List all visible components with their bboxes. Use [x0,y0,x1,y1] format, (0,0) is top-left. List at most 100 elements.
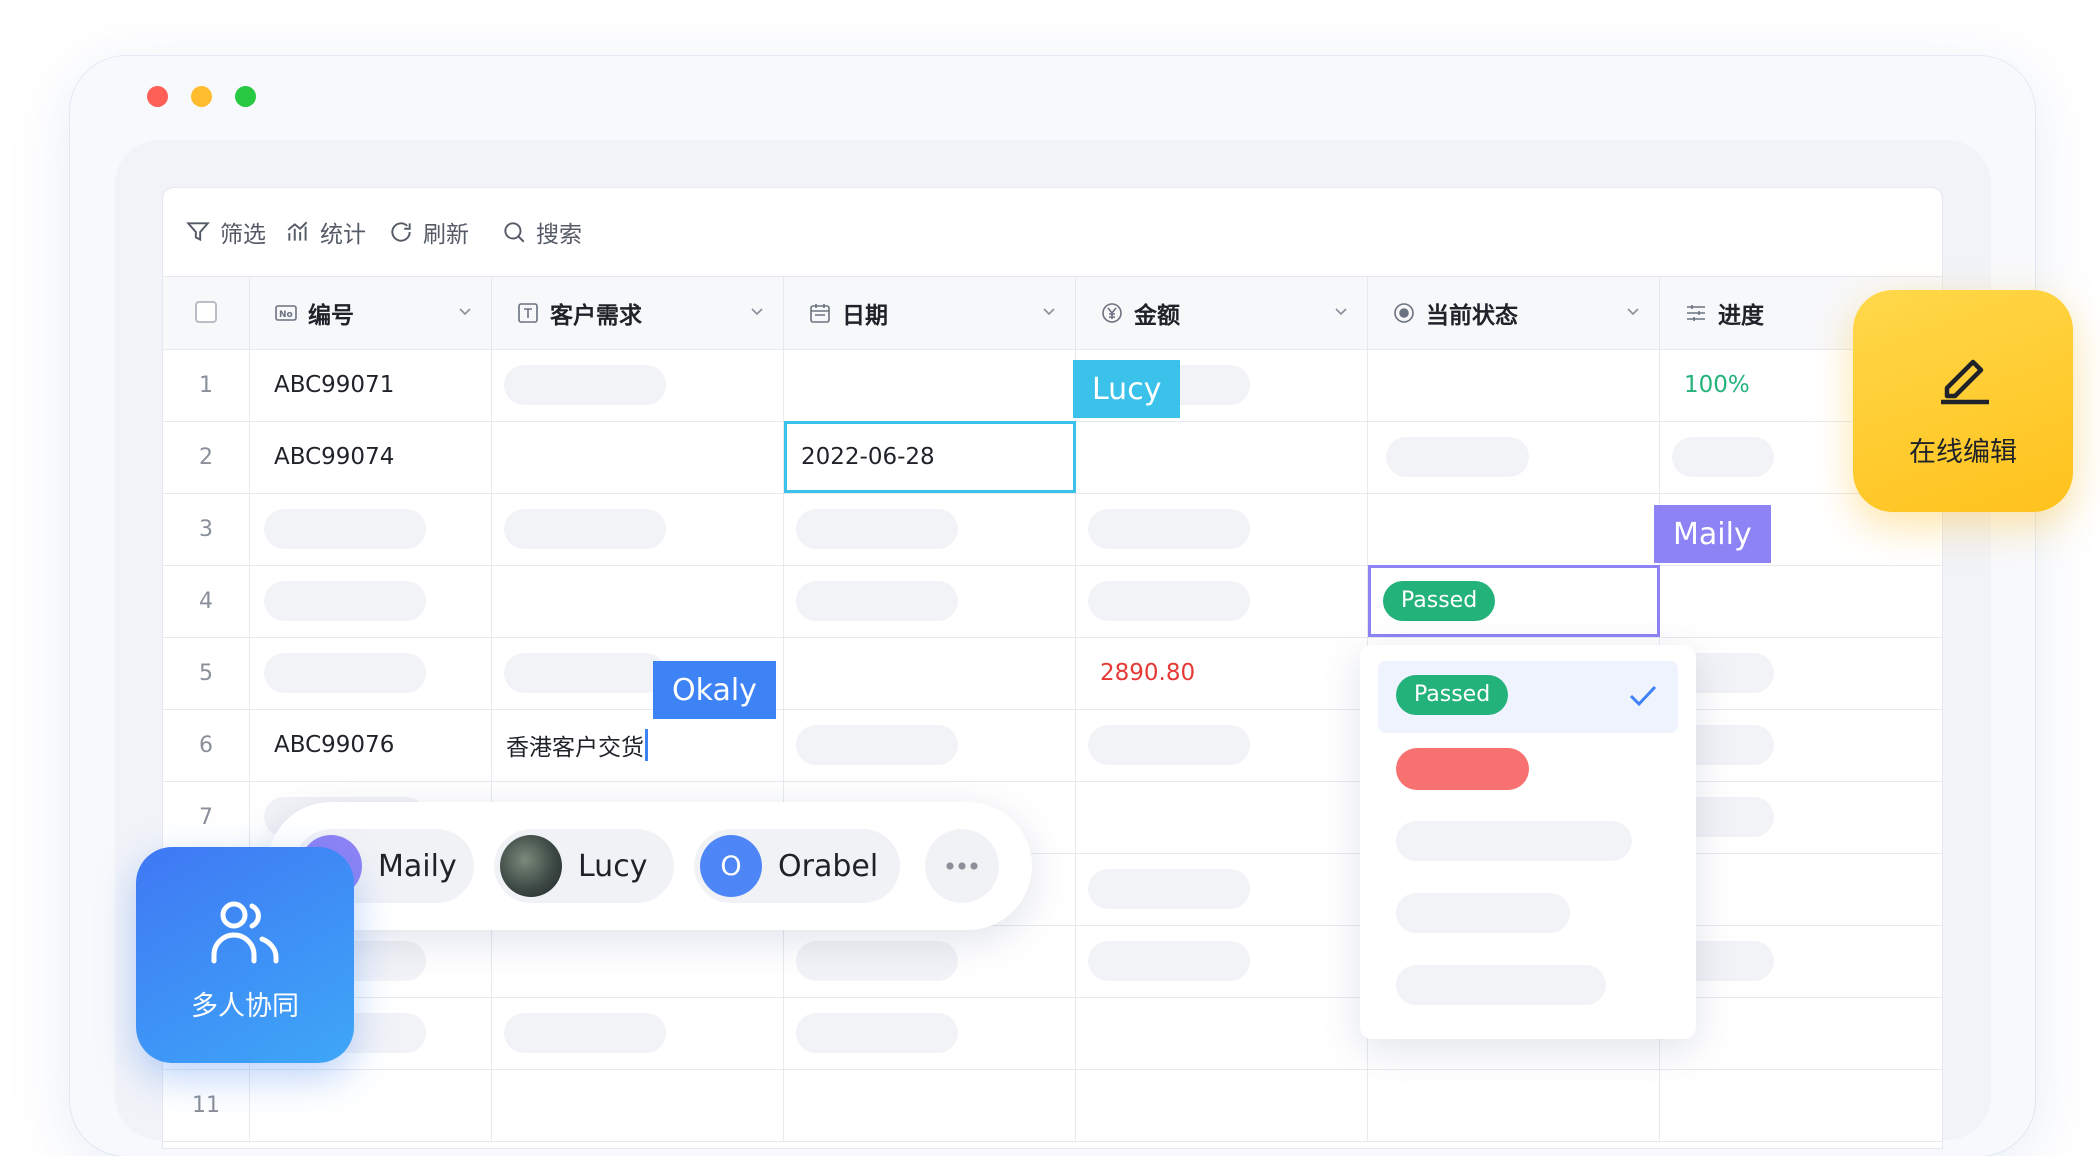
cell-progress[interactable] [1660,925,1942,997]
cell-status[interactable] [1368,1069,1660,1141]
cell-id[interactable] [250,565,492,637]
collaborator-chip-orabel[interactable]: O Orabel [694,829,900,903]
placeholder-bar [1088,509,1250,549]
status-tag-passed[interactable]: Passed [1383,581,1496,621]
cell-id[interactable] [250,637,492,709]
cell-amount[interactable] [1076,1069,1368,1141]
cell-date[interactable] [784,925,1076,997]
cell-status[interactable] [1368,349,1660,421]
table-row[interactable]: 1 ABC99071 100% [163,349,1942,422]
placeholder-bar [504,1013,666,1053]
refresh-label: 刷新 [423,222,469,248]
cell-amount[interactable] [1076,421,1368,493]
cell-demand[interactable] [492,421,784,493]
column-label-demand: 客户需求 [550,303,642,329]
cell-progress[interactable] [1660,853,1942,925]
select-all-cell [163,277,250,349]
checkmark-icon [1629,685,1657,707]
chevron-down-icon[interactable] [749,303,765,319]
cell-status[interactable] [1368,493,1660,565]
dropdown-option-passed[interactable]: Passed [1378,661,1678,733]
cell-progress[interactable] [1660,997,1942,1069]
cell-demand[interactable] [492,493,784,565]
chevron-down-icon[interactable] [1333,303,1349,319]
close-window-button[interactable] [147,86,168,107]
column-header-amount[interactable]: 金额 [1076,277,1368,349]
cell-date[interactable] [784,709,1076,781]
cell-progress[interactable] [1660,565,1942,637]
cell-status[interactable] [1368,421,1660,493]
refresh-button[interactable]: 刷新 [388,214,469,250]
cell-progress[interactable] [1660,637,1942,709]
cell-date[interactable] [784,637,1076,709]
cell-date-selected[interactable]: 2022-06-28 [784,421,1076,493]
cell-id[interactable]: ABC99076 [250,709,492,781]
cell-date[interactable] [784,565,1076,637]
avatar: O [700,835,762,897]
column-label-amount: 金额 [1134,303,1180,329]
pencil-icon [1941,359,1989,405]
cell-demand[interactable] [492,997,784,1069]
cursor-label-lucy: Lucy [1073,360,1181,418]
column-header-date[interactable]: 日期 [784,277,1076,349]
cell-id[interactable] [250,493,492,565]
users-icon [211,901,279,964]
search-button[interactable]: 搜索 [501,214,582,250]
cell-amount[interactable] [1076,853,1368,925]
cell-amount[interactable] [1076,709,1368,781]
cell-amount[interactable] [1076,997,1368,1069]
column-label-progress: 进度 [1718,303,1764,329]
filter-button[interactable]: 筛选 [185,214,266,250]
cell-date[interactable] [784,349,1076,421]
dropdown-option-rejected[interactable] [1378,733,1678,805]
cell-demand[interactable] [492,1069,784,1141]
dropdown-option[interactable] [1378,805,1678,877]
dropdown-option[interactable] [1378,949,1678,1021]
cell-demand[interactable] [492,565,784,637]
placeholder-bar [796,941,958,981]
cell-demand[interactable] [492,925,784,997]
table-row[interactable]: 2 ABC99074 2022-06-28 [163,421,1942,494]
more-collaborators-button[interactable] [925,829,999,903]
cell-status-selected[interactable]: Passed [1368,565,1660,637]
table-row[interactable]: 4 Passed [163,565,1942,638]
cell-amount[interactable]: 2890.80 [1076,637,1368,709]
row-number: 1 [163,349,250,421]
chevron-down-icon[interactable] [457,303,473,319]
cell-progress[interactable] [1660,709,1942,781]
filter-label: 筛选 [220,222,266,248]
cell-date[interactable] [784,1069,1076,1141]
collaborator-chip-lucy[interactable]: Lucy [494,829,674,903]
placeholder-bar [1396,965,1606,1005]
placeholder-bar [1672,437,1774,477]
table-row[interactable]: 11 [163,1069,1942,1142]
cell-amount[interactable] [1076,781,1368,853]
chevron-down-icon[interactable] [1625,303,1641,319]
cell-amount[interactable] [1076,493,1368,565]
row-number: 6 [163,709,250,781]
cell-progress[interactable] [1660,1069,1942,1141]
cell-id[interactable]: ABC99071 [250,349,492,421]
cell-date[interactable] [784,997,1076,1069]
cell-id[interactable]: ABC99074 [250,421,492,493]
chevron-down-icon[interactable] [1041,303,1057,319]
cell-id[interactable] [250,1069,492,1141]
cell-demand[interactable]: 香港客户交货 [492,709,784,781]
column-header-id[interactable]: No 编号 [250,277,492,349]
cell-demand-text: 香港客户交货 [506,735,644,761]
stats-button[interactable]: 统计 [285,214,366,250]
maximize-window-button[interactable] [235,86,256,107]
text-caret [645,729,648,761]
placeholder-bar [1396,893,1570,933]
cell-date[interactable] [784,493,1076,565]
online-edit-label: 在线编辑 [1909,437,2017,468]
select-all-checkbox[interactable] [195,301,217,323]
column-header-demand[interactable]: 客户需求 [492,277,784,349]
dropdown-option[interactable] [1378,877,1678,949]
column-header-status[interactable]: 当前状态 [1368,277,1660,349]
cell-amount[interactable] [1076,925,1368,997]
cell-progress[interactable] [1660,781,1942,853]
cell-demand[interactable] [492,349,784,421]
cell-amount[interactable] [1076,565,1368,637]
minimize-window-button[interactable] [191,86,212,107]
